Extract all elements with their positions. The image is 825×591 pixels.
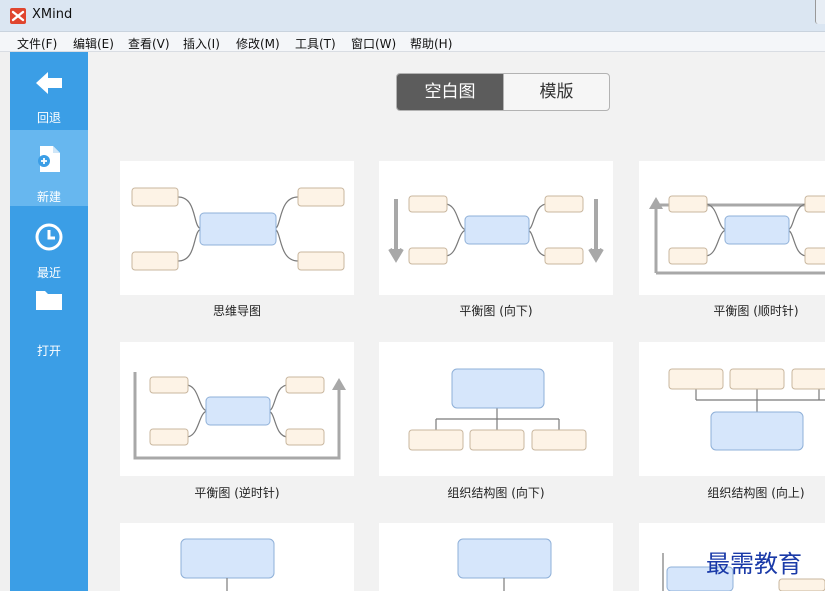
menu-help[interactable]: 帮助(H) [410, 35, 452, 52]
balance-counterclockwise-thumbnail [133, 372, 346, 460]
new-file-icon [34, 144, 64, 174]
folder-icon [34, 284, 64, 314]
sidebar-label-recent: 最近 [36, 266, 61, 280]
sidebar-item-back[interactable]: 回退 [10, 52, 88, 128]
sidebar-label-new: 新建 [36, 190, 61, 204]
org-up-thumbnail [668, 368, 825, 451]
template-card-mind-map[interactable] [120, 161, 354, 295]
window-control-button[interactable] [815, 0, 825, 24]
menu-bar: 文件(F) 编辑(E) 查看(V) 插入(I) 修改(M) 工具(T) 窗口(W… [0, 32, 825, 52]
balance-clockwise-thumbnail [649, 195, 825, 275]
template-gallery: 空白图 模版 思维导图 平衡图 (向下) 平衡图 (顺时针) 平衡图 (逆时针)… [88, 52, 825, 591]
template-card-balance-counterclockwise[interactable] [120, 342, 354, 476]
template-label-mind-map: 思维导图 [212, 304, 261, 318]
template-label-org-down: 组织结构图 (向下) [447, 486, 545, 500]
tab-blank-map[interactable]: 空白图 [397, 74, 503, 110]
back-arrow-icon [34, 68, 64, 98]
template-label-org-up: 组织结构图 (向上) [707, 486, 805, 500]
org-thumbnail-partial [457, 538, 552, 591]
mode-switch: 空白图 模版 [396, 73, 610, 111]
sidebar: 回退 新建 最近 打开 [10, 52, 88, 591]
template-card-org-down[interactable] [379, 342, 613, 476]
menu-edit[interactable]: 编辑(E) [73, 35, 114, 52]
template-card-org-up[interactable] [639, 342, 825, 476]
template-label-balance-clockwise: 平衡图 (顺时针) [713, 304, 799, 318]
title-bar: XMind [0, 0, 825, 32]
sidebar-label-back: 回退 [36, 111, 61, 125]
sidebar-item-recent[interactable]: 最近 [10, 208, 88, 284]
template-label-balance-down: 平衡图 (向下) [459, 304, 533, 318]
template-card-balance-down[interactable] [379, 161, 613, 295]
menu-view[interactable]: 查看(V) [128, 35, 170, 52]
mind-map-thumbnail [131, 187, 345, 271]
sidebar-item-open[interactable]: 打开 [10, 286, 88, 362]
org-thumbnail-partial [180, 538, 275, 591]
sidebar-label-open: 打开 [36, 344, 61, 358]
menu-file[interactable]: 文件(F) [17, 35, 57, 52]
menu-insert[interactable]: 插入(I) [183, 35, 220, 52]
sidebar-item-new[interactable]: 新建 [10, 130, 88, 206]
template-label-balance-counterclockwise: 平衡图 (逆时针) [194, 486, 280, 500]
menu-window[interactable]: 窗口(W) [351, 35, 396, 52]
window-title: XMind [32, 7, 73, 22]
menu-modify[interactable]: 修改(M) [236, 35, 280, 52]
template-card-row3-2[interactable] [379, 523, 613, 591]
watermark-text: 最需教育 [706, 550, 802, 578]
template-card-balance-clockwise[interactable] [639, 161, 825, 295]
balance-down-thumbnail [388, 195, 604, 265]
xmind-logo-icon [10, 8, 26, 24]
tab-template[interactable]: 模版 [503, 74, 609, 110]
clock-icon [34, 222, 64, 252]
menu-tools[interactable]: 工具(T) [295, 35, 336, 52]
org-down-thumbnail [408, 368, 587, 451]
template-card-row3-1[interactable] [120, 523, 354, 591]
